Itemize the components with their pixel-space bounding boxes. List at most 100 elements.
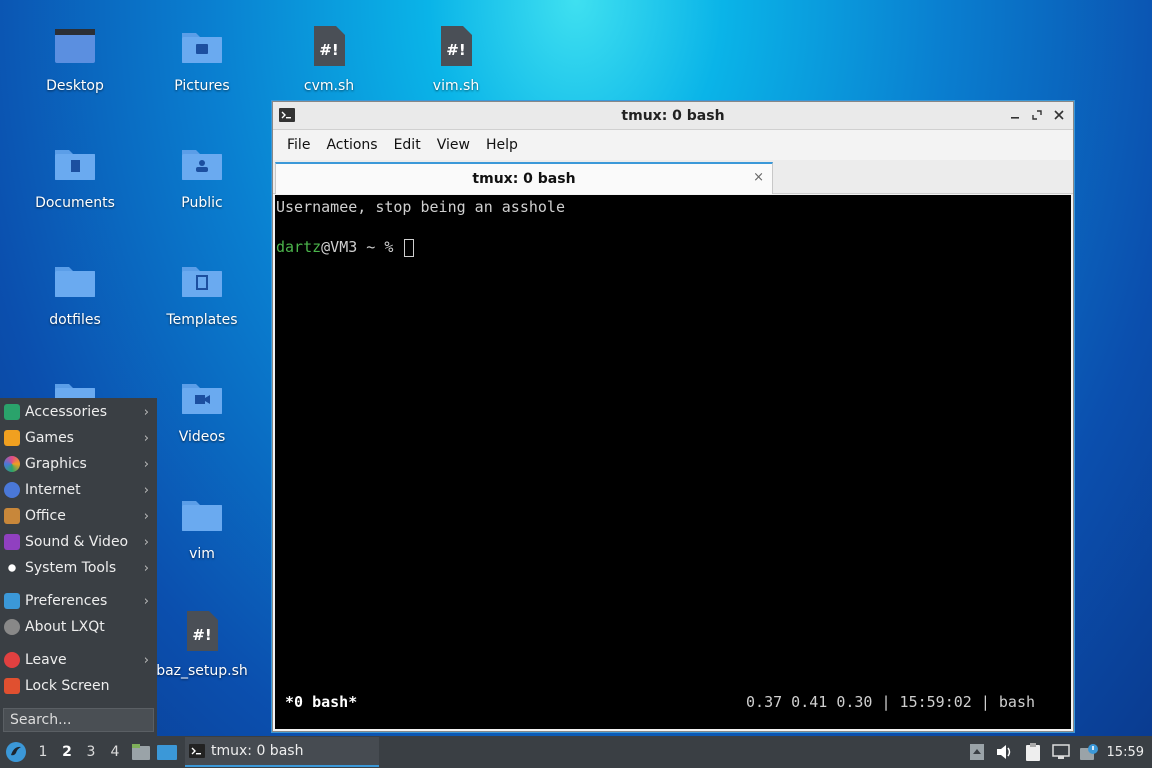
maximize-button[interactable] [1029,106,1045,124]
system-tray: 15:59 [963,736,1152,768]
terminal-cursor [404,238,415,257]
menu-item-internet[interactable]: Internet › [0,477,157,503]
chevron-right-icon: › [143,482,149,498]
menu-item-about-lxqt[interactable]: About LXQt [0,614,157,640]
office-icon [4,508,20,524]
terminal-prompt-line: dartz@VM3 ~ % [276,237,1071,257]
tmux-status-bar: *0 bash* 0.37 0.41 0.30 | 15:59:02 | bas… [275,691,1071,713]
menu-item-label: Sound & Video [25,534,129,550]
desktop-icon-videos[interactable]: Videos [147,357,257,447]
close-button[interactable] [1051,106,1067,124]
menu-item-office[interactable]: Office › [0,503,157,529]
graphics-icon [4,456,20,472]
volume-icon [996,745,1010,759]
menu-bar: File Actions Edit View Help [273,130,1073,160]
lock-icon [4,678,20,694]
menu-item-label: Games [25,430,74,446]
terminal-window[interactable]: tmux: 0 bash File Actions Edit View Help… [272,101,1074,732]
network-icon [1051,744,1070,759]
menu-item-lock-screen[interactable]: Lock Screen [0,673,157,699]
terminal-icon [279,108,295,126]
tab-close-icon[interactable]: × [753,170,764,185]
menu-item-graphics[interactable]: Graphics › [0,451,157,477]
menu-edit[interactable]: Edit [386,137,429,153]
menu-item-system-tools[interactable]: System Tools › [0,555,157,581]
notifications-button[interactable] [1075,736,1103,768]
prompt-host-path: @VM3 ~ % [321,238,403,256]
leave-icon [4,652,20,668]
terminal-area[interactable]: Usernamee, stop being an asshole dartz@V… [275,195,1071,729]
taskbar-task-tmux[interactable]: tmux: 0 bash [185,737,379,767]
menu-file[interactable]: File [279,137,318,153]
desktop-switch-3[interactable]: 3 [79,744,103,760]
desktop-icon-desktop[interactable]: Desktop [20,6,130,96]
menu-item-label: Office [25,508,66,524]
menu-item-label: Leave [25,652,67,668]
desktop-switch-1[interactable]: 1 [31,744,55,760]
menu-item-leave[interactable]: Leave › [0,647,157,673]
terminal-output-line: Usernamee, stop being an asshole [276,198,565,216]
minimize-icon [1011,117,1019,119]
folder-icon [53,258,97,302]
desktop-icon-label: dotfiles [49,312,101,328]
desktop-icon-label: baz_setup.sh [156,663,248,679]
chevron-right-icon: › [143,508,149,524]
tab-label: tmux: 0 bash [472,171,576,187]
games-icon [4,430,20,446]
desktop-folder-icon [53,24,97,68]
chevron-up-icon [969,744,984,760]
desktop-icon-documents[interactable]: Documents [20,123,130,213]
clipboard-button[interactable] [1019,736,1047,768]
taskbar-task-label: tmux: 0 bash [211,743,304,759]
desktop-icon-label: Videos [178,429,226,445]
menu-item-label: System Tools [25,560,117,576]
desktop-icon-baz-setup-sh[interactable]: #! baz_setup.sh [147,591,257,681]
desktop-icon-pictures[interactable]: Pictures [147,6,257,96]
videos-folder-icon [180,375,224,419]
menu-item-games[interactable]: Games › [0,425,157,451]
desktop-icon-templates[interactable]: Templates [147,240,257,330]
menu-search-input[interactable] [3,708,154,732]
desktop-icon-dotfiles[interactable]: dotfiles [20,240,130,330]
accessories-icon [4,404,20,420]
menu-item-sound-video[interactable]: Sound & Video › [0,529,157,555]
clipboard-icon [1025,743,1040,761]
file-manager-launcher[interactable] [129,740,153,764]
desktop-icon-label: vim.sh [432,78,480,94]
desktop-switch-2[interactable]: 2 [55,744,79,760]
chevron-right-icon: › [143,430,149,446]
clock[interactable]: 15:59 [1103,745,1152,760]
show-desktop-button[interactable] [155,740,179,764]
terminal-icon [189,744,205,758]
desktop-icon-vim-sh[interactable]: #! vim.sh [401,6,511,96]
menu-separator [0,581,157,588]
menu-item-accessories[interactable]: Accessories › [0,399,157,425]
window-titlebar[interactable]: tmux: 0 bash [273,102,1073,130]
tab-tmux-bash[interactable]: tmux: 0 bash × [275,162,773,194]
minimize-button[interactable] [1007,106,1023,124]
menu-view[interactable]: View [429,137,478,153]
menu-item-preferences[interactable]: Preferences › [0,588,157,614]
maximize-icon [1032,110,1042,120]
svg-text:#!: #! [192,626,211,644]
menu-actions[interactable]: Actions [318,137,385,153]
desktop-icon-vim[interactable]: vim [147,474,257,564]
system-tools-icon [4,560,20,576]
volume-button[interactable] [991,736,1019,768]
tray-expand-button[interactable] [963,736,991,768]
folder-icon [180,492,224,536]
desktop-switch-4[interactable]: 4 [103,744,127,760]
tab-bar: tmux: 0 bash × [273,160,1073,194]
desktop-icon-cvm-sh[interactable]: #! cvm.sh [274,6,384,96]
about-icon [4,619,20,635]
show-desktop-icon [157,745,177,760]
menu-item-label: Lock Screen [25,678,110,694]
chevron-right-icon: › [143,534,149,550]
desktop-icon-public[interactable]: Public [147,123,257,213]
menu-help[interactable]: Help [478,137,526,153]
chevron-right-icon: › [143,404,149,420]
network-button[interactable] [1047,736,1075,768]
preferences-icon [4,593,20,609]
start-menu-button[interactable] [1,736,31,768]
